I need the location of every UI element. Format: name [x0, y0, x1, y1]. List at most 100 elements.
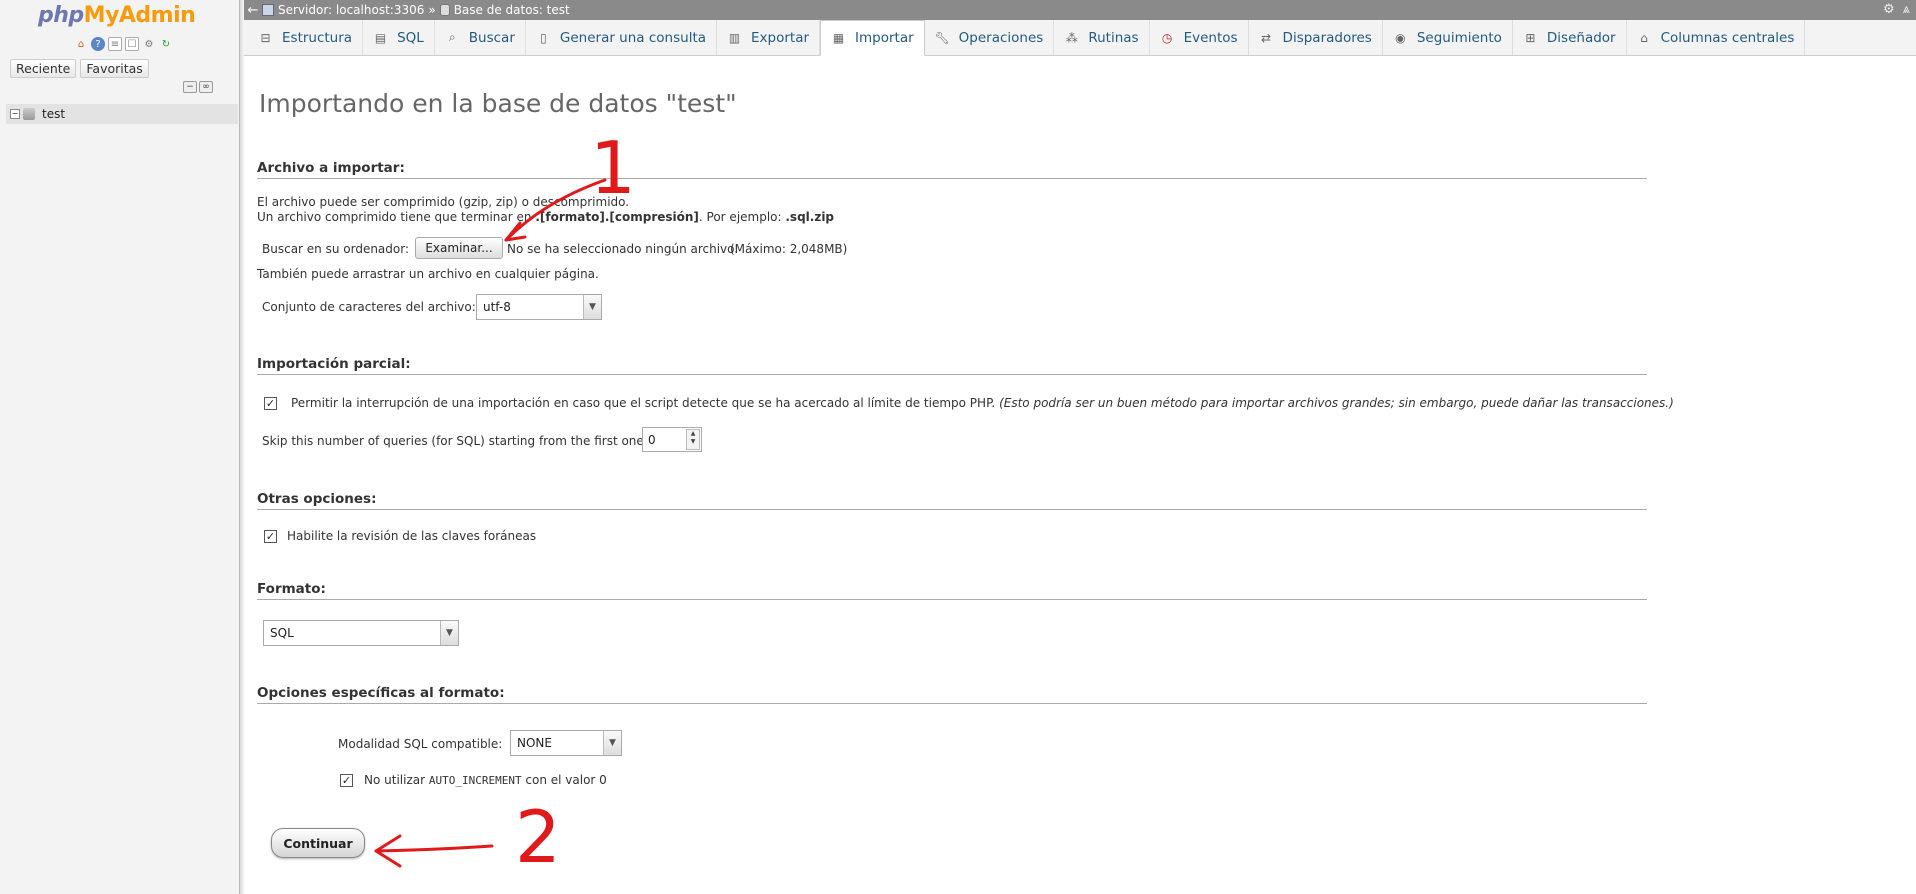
browse-button[interactable]: Examinar... — [415, 237, 503, 259]
input-value: 0 — [648, 432, 656, 447]
home-icon[interactable]: ⌂ — [74, 37, 88, 51]
logo-php-text: php — [38, 3, 84, 28]
tab-generar-consulta[interactable]: ▯ Generar una consulta — [526, 20, 718, 55]
tab-columnas-centrales[interactable]: ⌂ Columnas centrales — [1627, 20, 1806, 55]
tab-seguimiento[interactable]: ◉ Seguimiento — [1383, 20, 1513, 55]
tab-label: Exportar — [751, 29, 810, 46]
compression-example: Un archivo comprimido tiene que terminar… — [257, 210, 834, 224]
tab-label: Columnas centrales — [1660, 29, 1795, 46]
foreign-key-label: Habilite la revisión de las claves forán… — [287, 529, 537, 543]
link-icon[interactable]: ∞ — [199, 81, 213, 93]
tab-importar[interactable]: ▦ Importar — [820, 20, 925, 56]
tree-item-label[interactable]: test — [42, 107, 65, 121]
reload-icon[interactable]: ↻ — [159, 37, 173, 51]
max-size-text: (Máximo: 2,048MB) — [730, 242, 848, 256]
allow-interrupt-label: Permitir la interrupción de una importac… — [291, 396, 1674, 410]
tab-disparadores[interactable]: ⇄ Disparadores — [1249, 20, 1383, 55]
import-icon: ▦ — [832, 31, 845, 45]
breadcrumb-server[interactable]: Servidor: localhost:3306 — [278, 3, 424, 17]
no-file-text: No se ha seleccionado ningún archivo. — [507, 242, 739, 256]
select-value: utf-8 — [483, 300, 511, 314]
routines-icon: ⁂ — [1065, 30, 1078, 45]
tab-operaciones[interactable]: 🔧︎ Operaciones — [925, 20, 1055, 55]
text-part: No utilizar — [364, 773, 429, 787]
drag-text: También puede arrastrar un archivo en cu… — [257, 267, 599, 281]
section-heading: Otras opciones: — [257, 491, 1647, 510]
charset-select[interactable]: utf-8 ▼ — [476, 294, 602, 320]
collapse-all-icon[interactable]: − — [183, 81, 197, 93]
text-part-bold: .sql.zip — [785, 210, 835, 224]
allow-interrupt-checkbox[interactable]: ✓ — [264, 397, 277, 410]
sidebar-quick-icons: ⌂ ? ≡ ☐ ⚙ ↻ — [74, 37, 173, 51]
tab-rutinas[interactable]: ⁂ Rutinas — [1054, 20, 1150, 55]
text-part: con el valor 0 — [521, 773, 607, 787]
tab-label: Seguimiento — [1416, 29, 1502, 46]
tab-label: Rutinas — [1088, 29, 1139, 46]
favorites-tab[interactable]: Favoritas — [80, 59, 149, 78]
no-auto-increment-checkbox[interactable]: ✓ — [340, 774, 353, 787]
query-icon: ▯ — [540, 30, 547, 45]
page-title: Importando en la base de datos "test" — [259, 89, 737, 118]
breadcrumb-database[interactable]: Base de datos: test — [454, 3, 570, 17]
text-part: Un archivo comprimido tiene que terminar… — [257, 210, 536, 224]
text-part: . Por ejemplo: — [698, 210, 786, 224]
back-arrow-icon[interactable]: ← — [244, 3, 262, 18]
spinner-arrows-icon[interactable]: ▲ ▼ — [686, 429, 700, 450]
export-icon: ▥ — [728, 30, 741, 45]
phpmyadmin-logo[interactable]: phpMyAdmin — [38, 3, 196, 28]
structure-icon: ⊟ — [260, 30, 271, 45]
tab-buscar[interactable]: ⌕ Buscar — [435, 20, 526, 55]
tab-label: Operaciones — [958, 29, 1044, 46]
tab-label: Eventos — [1183, 29, 1238, 46]
select-value: NONE — [517, 736, 552, 750]
tab-label: SQL — [397, 29, 424, 46]
skip-queries-input[interactable]: 0 ▲ ▼ — [642, 427, 702, 452]
tree-item-test[interactable]: − test — [6, 104, 238, 124]
section-heading: Formato: — [257, 581, 1647, 600]
recent-tab[interactable]: Reciente — [10, 59, 77, 78]
format-select[interactable]: SQL ▼ — [263, 620, 459, 646]
compression-info: El archivo puede ser comprimido (gzip, z… — [257, 195, 630, 209]
no-auto-increment-label: No utilizar AUTO_INCREMENT con el valor … — [364, 773, 607, 787]
gear-icon[interactable]: ⚙ — [142, 37, 156, 51]
info-icon[interactable]: ? — [91, 37, 105, 51]
chevron-down-icon: ▼ — [583, 295, 601, 319]
tab-eventos[interactable]: ◷ Eventos — [1150, 20, 1249, 55]
continue-button[interactable]: Continuar — [271, 828, 365, 858]
logo-myadmin-text: MyAdmin — [83, 3, 196, 28]
topbar-icons: ⚙ ⩓ — [1883, 2, 1910, 17]
other-options-section: Otras opciones: — [257, 491, 1647, 510]
tab-exportar[interactable]: ▥ Exportar — [717, 20, 821, 55]
partial-section: Importación parcial: — [257, 356, 1647, 375]
compat-mode-select[interactable]: NONE ▼ — [510, 730, 622, 756]
skip-queries-label: Skip this number of queries (for SQL) st… — [262, 434, 648, 448]
collapse-icon[interactable]: − — [10, 109, 20, 119]
sidebar-tabs: Reciente Favoritas — [10, 59, 149, 78]
foreign-key-checkbox[interactable]: ✓ — [264, 530, 277, 543]
section-heading: Importación parcial: — [257, 356, 1647, 375]
tab-label: Importar — [855, 30, 914, 46]
sql-docs-icon[interactable]: ☐ — [125, 37, 139, 51]
tab-disenador[interactable]: ⊞ Diseñador — [1513, 20, 1627, 55]
format-section: Formato: — [257, 581, 1647, 600]
browse-label: Buscar en su ordenador: — [262, 242, 410, 256]
section-heading: Archivo a importar: — [257, 160, 1647, 179]
tab-label: Estructura — [282, 29, 353, 46]
select-value: SQL — [270, 626, 294, 640]
charset-label: Conjunto de caracteres del archivo: — [262, 300, 476, 314]
collapse-menu-icon[interactable]: ⩓ — [1903, 2, 1910, 17]
breadcrumb-bar: ← Servidor: localhost:3306 » Base de dat… — [244, 0, 1916, 20]
docs-icon[interactable]: ≡ — [108, 37, 122, 51]
tree-controls: − ∞ — [183, 81, 213, 93]
tab-estructura[interactable]: ⊟ Estructura — [248, 20, 364, 55]
wrench-icon: 🔧︎ — [934, 30, 950, 45]
chevron-down-icon: ▼ — [603, 731, 621, 755]
text-part-italic: (Esto podría ser un buen método para imp… — [999, 396, 1674, 410]
database-icon — [23, 108, 35, 120]
text-part: Permitir la interrupción de una importac… — [291, 396, 996, 410]
settings-gear-icon[interactable]: ⚙ — [1883, 2, 1895, 17]
tab-label: Diseñador — [1546, 29, 1616, 46]
breadcrumb-separator: » — [428, 3, 436, 17]
tab-sql[interactable]: ▤ SQL — [363, 20, 435, 55]
tab-label: Buscar — [468, 29, 515, 46]
